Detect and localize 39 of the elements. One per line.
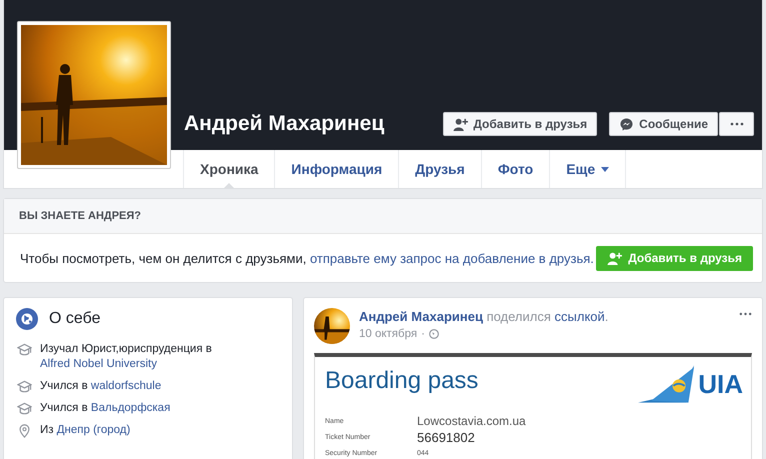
message-button[interactable]: Сообщение: [609, 112, 718, 136]
add-friend-button[interactable]: Добавить в друзья: [443, 112, 598, 136]
about-entry: Из Днепр (город): [40, 423, 130, 438]
boarding-pass-title: Boarding pass: [325, 367, 478, 395]
graduation-cap-icon: [17, 343, 32, 357]
field-value: Lowcostavia.com.ua: [417, 414, 526, 428]
shared-link[interactable]: ссылкой: [554, 309, 605, 324]
about-link[interactable]: Днепр (город): [56, 424, 130, 436]
author-link[interactable]: Андрей Махаринец: [359, 309, 483, 324]
graduation-cap-icon: [17, 380, 32, 394]
messenger-icon: [619, 118, 634, 130]
about-link[interactable]: Alfred Nobel University: [40, 358, 157, 370]
profile-tab[interactable]: Фото: [480, 150, 550, 188]
section-title: О себе: [49, 310, 100, 328]
about-entry: Учился в waldorfschule: [40, 379, 162, 394]
more-icon: [730, 122, 744, 126]
airline-tail-icon: [638, 365, 694, 403]
field-value: 56691802: [417, 430, 475, 444]
about-link[interactable]: Вальдорфская: [90, 402, 170, 414]
about-link[interactable]: waldorfschule: [90, 380, 162, 392]
friend-request-link[interactable]: отправьте ему запрос на добавление в друзья.: [310, 250, 594, 266]
profile-tab[interactable]: Еще: [549, 150, 626, 188]
location-pin-icon: [17, 424, 32, 438]
post-header-text: Андрей Махаринец поделился ссылкой.: [359, 309, 610, 324]
profile-name: Андрей Махаринец: [184, 112, 384, 137]
profile-tab[interactable]: Хроника: [183, 150, 274, 188]
about-entry: Изучал Юрист,юриспруденция в Alfred Nobel University: [40, 342, 213, 372]
about-entry: Учился в Вальдорфская: [40, 401, 170, 416]
graduation-cap-icon: [17, 402, 32, 416]
more-icon[interactable]: [739, 312, 752, 316]
card-title: ВЫ ЗНАЕТЕ АНДРЕЯ?: [19, 210, 142, 222]
add-person-icon: [607, 252, 622, 264]
profile-tab[interactable]: Информация: [274, 150, 398, 188]
profile-tab[interactable]: Друзья: [398, 150, 481, 188]
friend-request-text: Чтобы посмотреть, чем он делится с друзьями, отправьте ему запрос на добавление в друзья.: [20, 250, 594, 266]
airline-logo-text: UIA: [698, 368, 743, 400]
add-person-icon: [453, 118, 468, 130]
separator-dot: ·: [421, 328, 425, 340]
post-date: 10 октября: [359, 328, 418, 340]
